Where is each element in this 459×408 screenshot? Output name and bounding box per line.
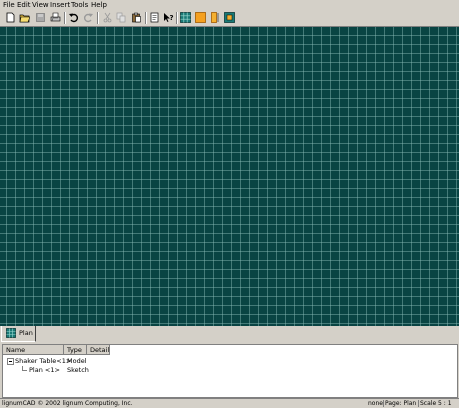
- status-copyright: lignumCAD © 2002 lignum Computing, Inc.: [2, 400, 133, 407]
- tree-row-name: Plan <1>: [29, 366, 60, 374]
- menu-view[interactable]: View: [32, 1, 49, 9]
- copy-icon[interactable]: [116, 12, 127, 23]
- status-page: Page: Plan: [385, 400, 417, 407]
- model-tree: Name Type Detail Shaker Table<1> Model P…: [2, 344, 458, 398]
- toolbar-separator: [145, 12, 147, 24]
- redo-icon[interactable]: [83, 12, 94, 23]
- toolbar-separator: [176, 12, 178, 24]
- toolbar-separator: [64, 12, 66, 24]
- status-scale: Scale 5 : 1: [420, 400, 452, 407]
- grid-icon: [6, 328, 16, 338]
- drawing-canvas[interactable]: [0, 27, 459, 326]
- menu-bar: File Edit View Insert Tools Help: [0, 0, 459, 10]
- status-none: none: [368, 400, 383, 407]
- collapse-toggle-icon[interactable]: [7, 358, 14, 365]
- tree-row[interactable]: Plan <1> Sketch: [3, 366, 457, 375]
- undo-icon[interactable]: [68, 12, 79, 23]
- column-header-name[interactable]: Name: [3, 345, 64, 355]
- status-divider: [383, 400, 384, 407]
- view-icon[interactable]: [224, 12, 235, 23]
- whats-this-icon[interactable]: ?: [163, 12, 174, 23]
- page-tab-strip: [0, 326, 459, 343]
- menu-edit[interactable]: Edit: [17, 1, 31, 9]
- tree-row[interactable]: Shaker Table<1> Model: [3, 357, 457, 366]
- svg-text:?: ?: [170, 14, 174, 22]
- tree-branch-line: [22, 370, 27, 371]
- orange-square-icon[interactable]: [195, 12, 206, 23]
- tree-row-type: Model: [67, 357, 87, 365]
- open-folder-icon[interactable]: [19, 12, 30, 23]
- tab-plan[interactable]: Plan: [1, 326, 36, 342]
- new-file-icon[interactable]: [5, 12, 16, 23]
- tab-plan-label: Plan: [19, 329, 33, 337]
- column-header-detail[interactable]: Detail: [87, 345, 110, 355]
- save-icon[interactable]: [35, 12, 46, 23]
- grid-icon[interactable]: [180, 12, 191, 23]
- paste-icon[interactable]: [131, 12, 142, 23]
- menu-insert[interactable]: Insert: [50, 1, 70, 9]
- column-header-type[interactable]: Type: [64, 345, 87, 355]
- tree-row-type: Sketch: [67, 366, 89, 374]
- print-icon[interactable]: [50, 12, 61, 23]
- menu-file[interactable]: File: [3, 1, 15, 9]
- column-icon[interactable]: [209, 12, 220, 23]
- page-icon[interactable]: [149, 12, 160, 23]
- menu-tools[interactable]: Tools: [71, 1, 88, 9]
- toolbar-separator: [97, 12, 99, 24]
- status-divider: [418, 400, 419, 407]
- menu-help[interactable]: Help: [91, 1, 107, 9]
- toolbar: ?: [0, 10, 459, 27]
- tree-row-name: Shaker Table<1>: [15, 357, 72, 365]
- status-bar: lignumCAD © 2002 lignum Computing, Inc. …: [0, 398, 459, 408]
- cut-icon[interactable]: [102, 12, 113, 23]
